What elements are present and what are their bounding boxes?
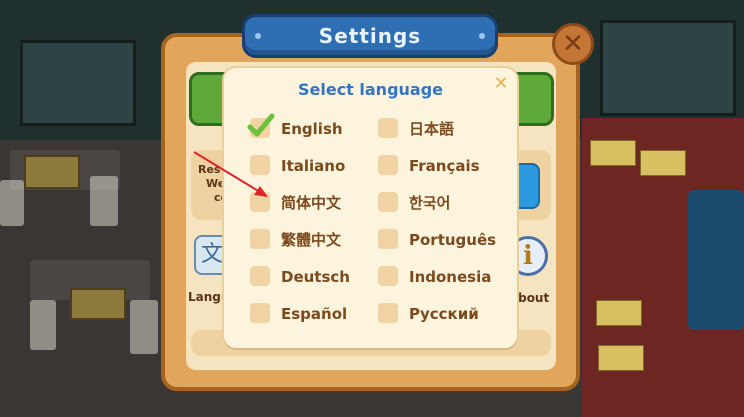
language-option[interactable]: Indonesia	[378, 265, 498, 289]
language-option-label: Français	[409, 157, 480, 175]
language-option-label: Italiano	[281, 157, 346, 175]
language-checkbox[interactable]	[378, 303, 398, 323]
window	[600, 20, 736, 116]
language-option[interactable]: 繁體中文	[250, 228, 370, 252]
language-option-label: Deutsch	[281, 268, 350, 286]
language-checkbox[interactable]	[378, 266, 398, 286]
language-option-label: English	[281, 120, 343, 138]
language-option-label: 日本語	[409, 120, 455, 138]
chair	[30, 300, 56, 350]
language-option[interactable]: Français	[378, 154, 498, 178]
settings-close-button[interactable]: ✕	[552, 23, 594, 65]
menu-sign	[70, 288, 126, 320]
menu-sign	[24, 155, 80, 189]
language-checkbox[interactable]	[250, 229, 270, 249]
language-checkbox[interactable]	[250, 303, 270, 323]
language-option-label: 繁體中文	[281, 231, 342, 249]
language-option-label: Русский	[409, 305, 479, 323]
order-note	[640, 150, 686, 176]
language-option[interactable]: Русский	[378, 302, 498, 326]
language-checkbox[interactable]	[378, 118, 398, 138]
language-option[interactable]: 日本語	[378, 117, 498, 141]
language-option[interactable]: English	[247, 113, 370, 141]
character-area	[688, 190, 744, 330]
language-option-label: 한국어	[409, 194, 451, 212]
language-option[interactable]: 한국어	[378, 191, 498, 215]
chair	[90, 176, 118, 226]
language-option-label: Português	[409, 231, 497, 249]
language-checkbox[interactable]	[250, 266, 270, 286]
language-option[interactable]: Português	[378, 228, 498, 252]
chair	[0, 180, 24, 226]
language-option-label: Español	[281, 305, 348, 323]
language-checkbox[interactable]	[378, 192, 398, 212]
language-option[interactable]: Español	[250, 302, 370, 326]
settings-title-banner: Settings	[242, 14, 498, 58]
settings-title: Settings	[318, 24, 422, 48]
language-option-label: Indonesia	[409, 268, 492, 286]
language-dialog: Select language ✕ English 日本語 Italiano Fran…	[224, 68, 517, 348]
language-option-label: 简体中文	[281, 194, 342, 212]
language-option[interactable]: Deutsch	[250, 265, 370, 289]
chair	[130, 300, 158, 354]
dialog-title: Select language	[297, 80, 444, 99]
dialog-close-icon[interactable]: ✕	[491, 74, 511, 94]
order-note	[590, 140, 636, 166]
language-checkbox[interactable]	[378, 155, 398, 175]
order-note	[598, 345, 644, 371]
language-checkbox[interactable]	[378, 229, 398, 249]
checkmark-icon	[247, 113, 275, 137]
annotation-arrow	[193, 151, 268, 197]
language-checkbox[interactable]	[247, 113, 275, 138]
order-note	[596, 300, 642, 326]
window	[20, 40, 136, 126]
